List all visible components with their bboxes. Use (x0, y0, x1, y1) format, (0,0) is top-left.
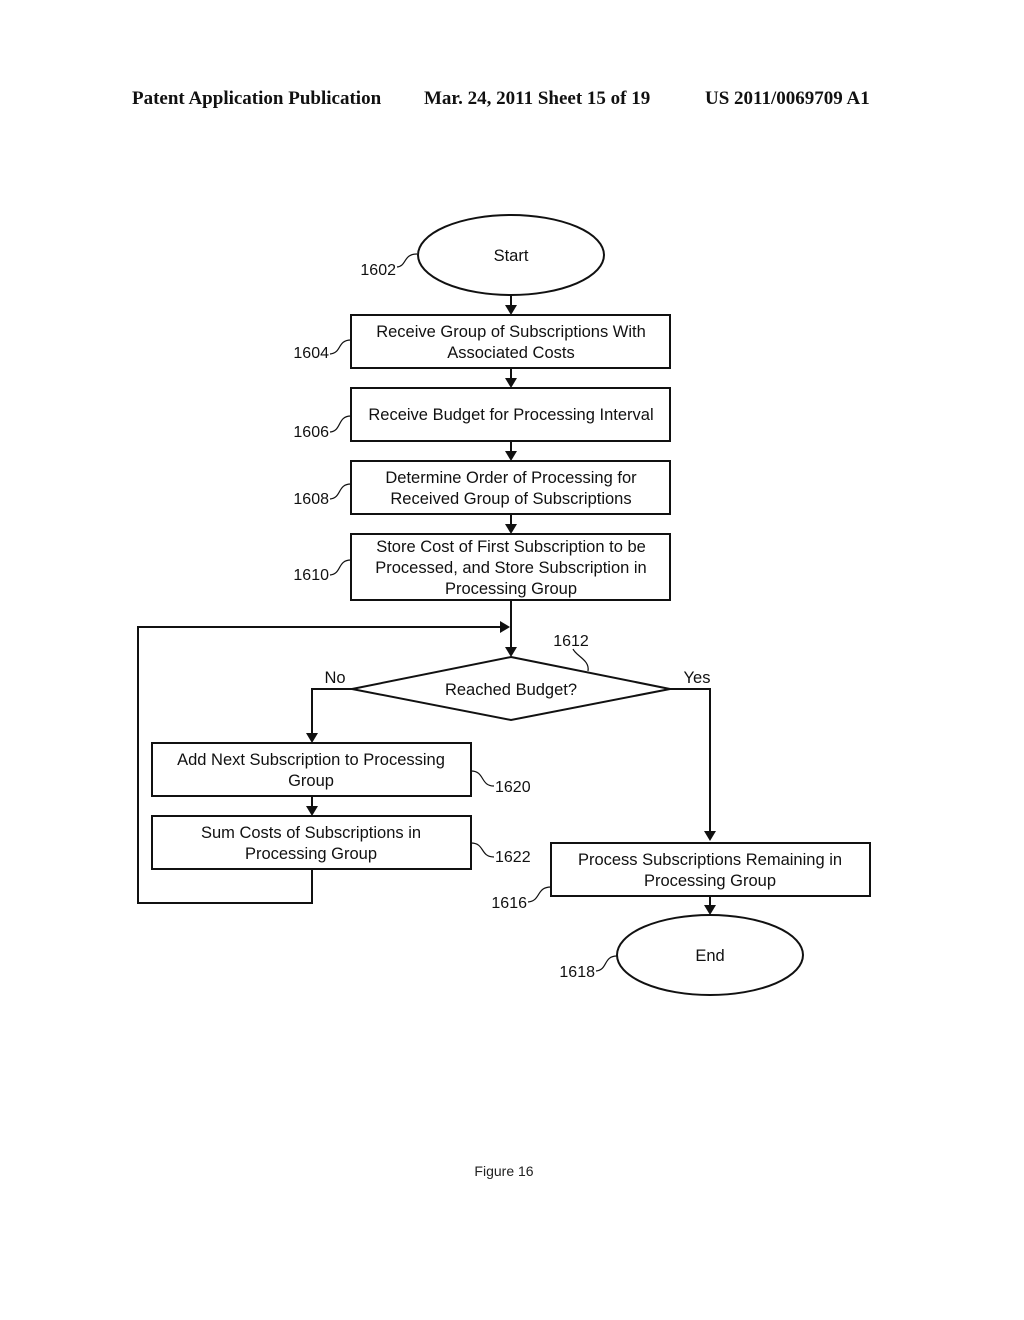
arrowhead (505, 305, 517, 315)
node-store-cost: Store Cost of First Subscription to be P… (293, 533, 671, 601)
ref-leader-1604 (329, 339, 352, 355)
ref-1610: 1610 (293, 567, 329, 584)
node-label-line: Process Subscriptions Remaining in (578, 851, 842, 869)
ref-1604: 1604 (293, 345, 329, 362)
node-end: End 1618 (559, 914, 804, 996)
node-label-line: Processing Group (445, 580, 577, 598)
ref-leader-1616 (527, 886, 552, 903)
node-label-line: Processing Group (644, 872, 776, 890)
node-process-remaining: Process Subscriptions Remaining in Proce… (491, 842, 871, 912)
arrowhead (505, 647, 517, 657)
ref-leader-1610 (329, 559, 352, 576)
node-add-next: Add Next Subscription to Processing Grou… (151, 742, 531, 797)
ref-leader-1608 (329, 483, 352, 500)
node-label-line: Received Group of Subscriptions (390, 490, 631, 508)
node-sum-costs: Sum Costs of Subscriptions in Processing… (151, 815, 531, 870)
ref-1612: 1612 (553, 633, 589, 650)
node-determine-order: Determine Order of Processing for Receiv… (293, 460, 671, 515)
node-receive-budget: Receive Budget for Processing Interval 1… (293, 387, 671, 442)
node-label-line: Sum Costs of Subscriptions in (201, 824, 421, 842)
ref-leader-1618 (595, 955, 618, 972)
connector-no-branch (311, 688, 352, 734)
ref-1622: 1622 (495, 849, 531, 866)
node-label-line: Receive Budget for Processing Interval (368, 406, 653, 424)
arrowhead (505, 378, 517, 388)
ref-leader-1620 (470, 770, 495, 787)
ref-leader-1622 (470, 842, 495, 858)
ref-leader-1602 (396, 253, 418, 268)
ref-1608: 1608 (293, 491, 329, 508)
ref-1606: 1606 (293, 424, 329, 441)
start-label: Start (494, 247, 529, 265)
connector-yes-branch (670, 688, 711, 832)
node-label-line: Processing Group (245, 845, 377, 863)
node-label-line: Store Cost of First Subscription to be (376, 538, 646, 556)
decision-label: Reached Budget? (445, 681, 577, 699)
branch-no-label: No (324, 669, 345, 687)
node-label-line: Group (288, 772, 334, 790)
ref-leader-1606 (329, 415, 352, 433)
figure-caption: Figure 16 (474, 1163, 534, 1179)
flowchart: Start 1602 Receive Group of Subscription… (137, 214, 871, 996)
node-label-line: Associated Costs (447, 344, 574, 362)
arrowhead (306, 806, 318, 816)
ref-1620: 1620 (495, 779, 531, 796)
ref-1618: 1618 (559, 964, 595, 981)
arrowhead (505, 451, 517, 461)
node-label-line: Processed, and Store Subscription in (375, 559, 647, 577)
ref-leader-1612 (572, 648, 589, 672)
ref-1602: 1602 (360, 262, 396, 279)
node-decision: Reached Budget? 1612 No Yes (324, 633, 711, 722)
arrowhead (306, 733, 318, 743)
node-label-line: Determine Order of Processing for (385, 469, 637, 487)
end-label: End (695, 947, 724, 965)
ref-1616: 1616 (491, 895, 527, 912)
arrowhead (505, 524, 517, 534)
node-label-line: Receive Group of Subscriptions With (376, 323, 646, 341)
arrowhead (704, 831, 716, 841)
node-label-line: Add Next Subscription to Processing (177, 751, 445, 769)
arrowhead (704, 905, 716, 915)
arrowhead (500, 621, 510, 633)
node-start: Start 1602 (360, 214, 605, 296)
node-receive-group: Receive Group of Subscriptions With Asso… (293, 314, 671, 369)
branch-yes-label: Yes (684, 669, 711, 687)
